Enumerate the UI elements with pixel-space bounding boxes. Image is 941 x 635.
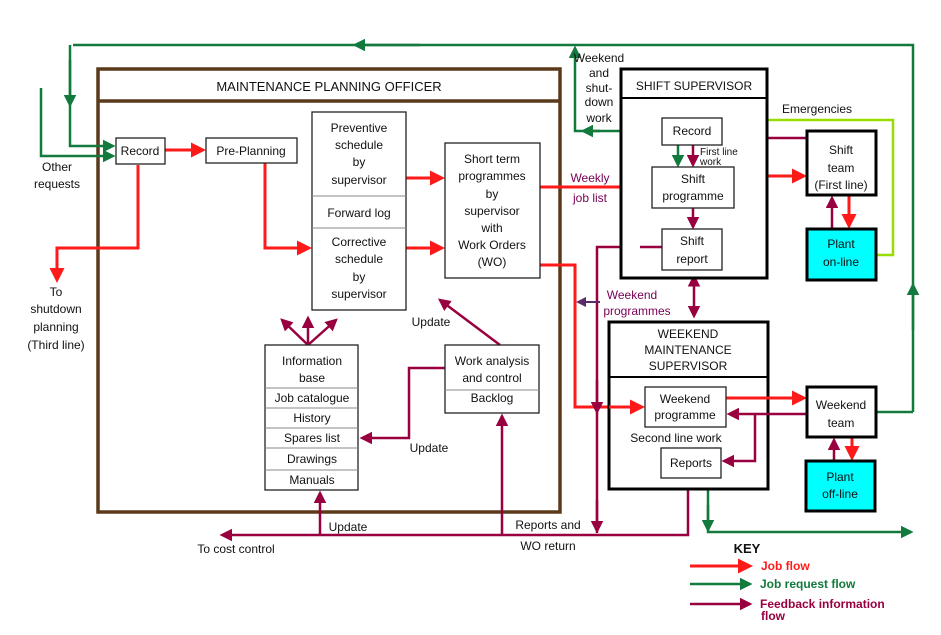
info-item: History bbox=[293, 411, 330, 425]
short-term-box: Short term programmes by supervisor with… bbox=[444, 142, 541, 279]
shift-programme-label: programme bbox=[662, 189, 724, 203]
weekend-title: SUPERVISOR bbox=[649, 359, 728, 373]
shift-report-label: report bbox=[676, 252, 708, 266]
weekly-job-list-label: Weekly bbox=[570, 171, 609, 185]
legend-title: KEY bbox=[734, 541, 761, 556]
cost-control-label: To cost control bbox=[197, 542, 274, 556]
preventive-text: by bbox=[353, 155, 366, 169]
update-label: Update bbox=[412, 315, 451, 329]
legend-job-request-flow: Job request flow bbox=[760, 577, 856, 591]
shift-programme-box: Shift programme bbox=[651, 166, 735, 209]
backlog-text: Backlog bbox=[471, 391, 514, 405]
shutdown-label: shutdown bbox=[30, 302, 81, 316]
preventive-text: supervisor bbox=[331, 173, 386, 187]
plant-off-line-label: Plant bbox=[826, 470, 854, 484]
info-base-title: base bbox=[299, 371, 325, 385]
info-item: Manuals bbox=[289, 473, 334, 487]
short-term-text: Short term bbox=[464, 152, 520, 166]
other-requests-label: Other bbox=[42, 160, 72, 174]
mpo-title: MAINTENANCE PLANNING OFFICER bbox=[216, 79, 441, 94]
preventive-text: schedule bbox=[335, 138, 383, 152]
weekend-programme-label: programme bbox=[654, 408, 716, 422]
corrective-text: Corrective bbox=[332, 235, 387, 249]
pre-planning-box: Pre-Planning bbox=[205, 137, 298, 164]
legend: KEY Job flow Job request flow Feedback i… bbox=[690, 541, 885, 623]
work-analysis-text: Work analysis bbox=[455, 354, 529, 368]
info-item: Spares list bbox=[284, 431, 341, 445]
legend-job-flow: Job flow bbox=[761, 559, 810, 573]
plant-on-line-label: Plant bbox=[827, 237, 855, 251]
shift-report-label: Shift bbox=[680, 234, 705, 248]
corrective-text: supervisor bbox=[331, 287, 386, 301]
shift-report-box: Shift report bbox=[661, 228, 723, 271]
shift-supervisor-title: SHIFT SUPERVISOR bbox=[636, 79, 753, 93]
weekend-team-box: Weekend team bbox=[805, 385, 878, 439]
shift-record-box: Record bbox=[661, 117, 723, 146]
weekend-title: WEEKEND bbox=[658, 327, 719, 341]
short-term-text: Work Orders bbox=[458, 238, 526, 252]
weekly-job-list-label: job list bbox=[572, 191, 608, 205]
corrective-text: by bbox=[353, 270, 366, 284]
short-term-text: supervisor bbox=[464, 204, 519, 218]
shift-programme-label: Shift bbox=[681, 172, 706, 186]
shutdown-label: planning bbox=[33, 320, 78, 334]
second-line-work-label: Second line work bbox=[630, 431, 722, 445]
weekend-shutdown-label: and bbox=[589, 66, 609, 80]
weekend-programme-label: Weekend bbox=[660, 392, 710, 406]
shift-record-label: Record bbox=[673, 124, 712, 138]
weekend-programme-box: Weekend programme bbox=[644, 386, 727, 428]
info-item: Drawings bbox=[287, 452, 337, 466]
work-analysis-box: Work analysis and control Backlog bbox=[444, 344, 540, 414]
emergencies-label: Emergencies bbox=[782, 102, 852, 116]
weekend-shutdown-label: down bbox=[585, 95, 614, 109]
plant-on-line-label: on-line bbox=[823, 255, 859, 269]
shift-team-label: (First line) bbox=[814, 178, 867, 192]
reports-wo-label: WO return bbox=[520, 539, 575, 553]
pre-planning-label: Pre-Planning bbox=[216, 144, 285, 158]
weekend-shutdown-label: Weekend bbox=[574, 51, 624, 65]
short-term-text: programmes bbox=[458, 169, 525, 183]
shutdown-label: To bbox=[50, 285, 63, 299]
update-label: Update bbox=[410, 441, 449, 455]
reports-label: Reports bbox=[670, 456, 712, 470]
reports-box: Reports bbox=[660, 447, 722, 479]
weekend-shutdown-label: shut- bbox=[586, 81, 613, 95]
record-label: Record bbox=[121, 144, 160, 158]
shutdown-label: (Third line) bbox=[27, 338, 84, 352]
weekend-title: MAINTENANCE bbox=[644, 343, 731, 357]
weekend-team-label: Weekend bbox=[816, 398, 866, 412]
shift-team-box: Shift team (First line) bbox=[805, 129, 878, 197]
weekend-shutdown-label: work bbox=[585, 111, 612, 125]
plant-off-line-label: off-line bbox=[822, 487, 858, 501]
maintenance-planning-diagram: MAINTENANCE PLANNING OFFICER Record Pre-… bbox=[27, 38, 920, 623]
weekend-programmes-label: programmes bbox=[603, 304, 670, 318]
work-analysis-text: and control bbox=[462, 371, 521, 385]
short-term-text: (WO) bbox=[478, 255, 507, 269]
info-item: Job catalogue bbox=[275, 391, 350, 405]
forward-log-text: Forward log bbox=[327, 206, 390, 220]
other-requests-label: requests bbox=[34, 177, 80, 191]
short-term-text: by bbox=[486, 187, 499, 201]
schedule-stack: Preventive schedule by supervisor Forwar… bbox=[311, 111, 407, 311]
plant-off-line-box: Plant off-line bbox=[804, 459, 877, 513]
update-label: Update bbox=[329, 520, 368, 534]
info-base-title: Information bbox=[282, 354, 342, 368]
shift-team-label: team bbox=[828, 161, 855, 175]
weekend-team-label: team bbox=[828, 416, 855, 430]
information-base-box: Information base Job catalogue History S… bbox=[264, 344, 359, 491]
shift-team-label: Shift bbox=[829, 143, 854, 157]
reports-wo-label: Reports and bbox=[515, 518, 580, 532]
short-term-text: with bbox=[480, 221, 502, 235]
corrective-text: schedule bbox=[335, 252, 383, 266]
record-box: Record bbox=[115, 137, 166, 165]
legend-feedback-flow: flow bbox=[761, 609, 786, 623]
plant-on-line-box: Plant on-line bbox=[805, 227, 878, 282]
preventive-text: Preventive bbox=[331, 121, 388, 135]
weekend-programmes-label: Weekend bbox=[607, 288, 657, 302]
